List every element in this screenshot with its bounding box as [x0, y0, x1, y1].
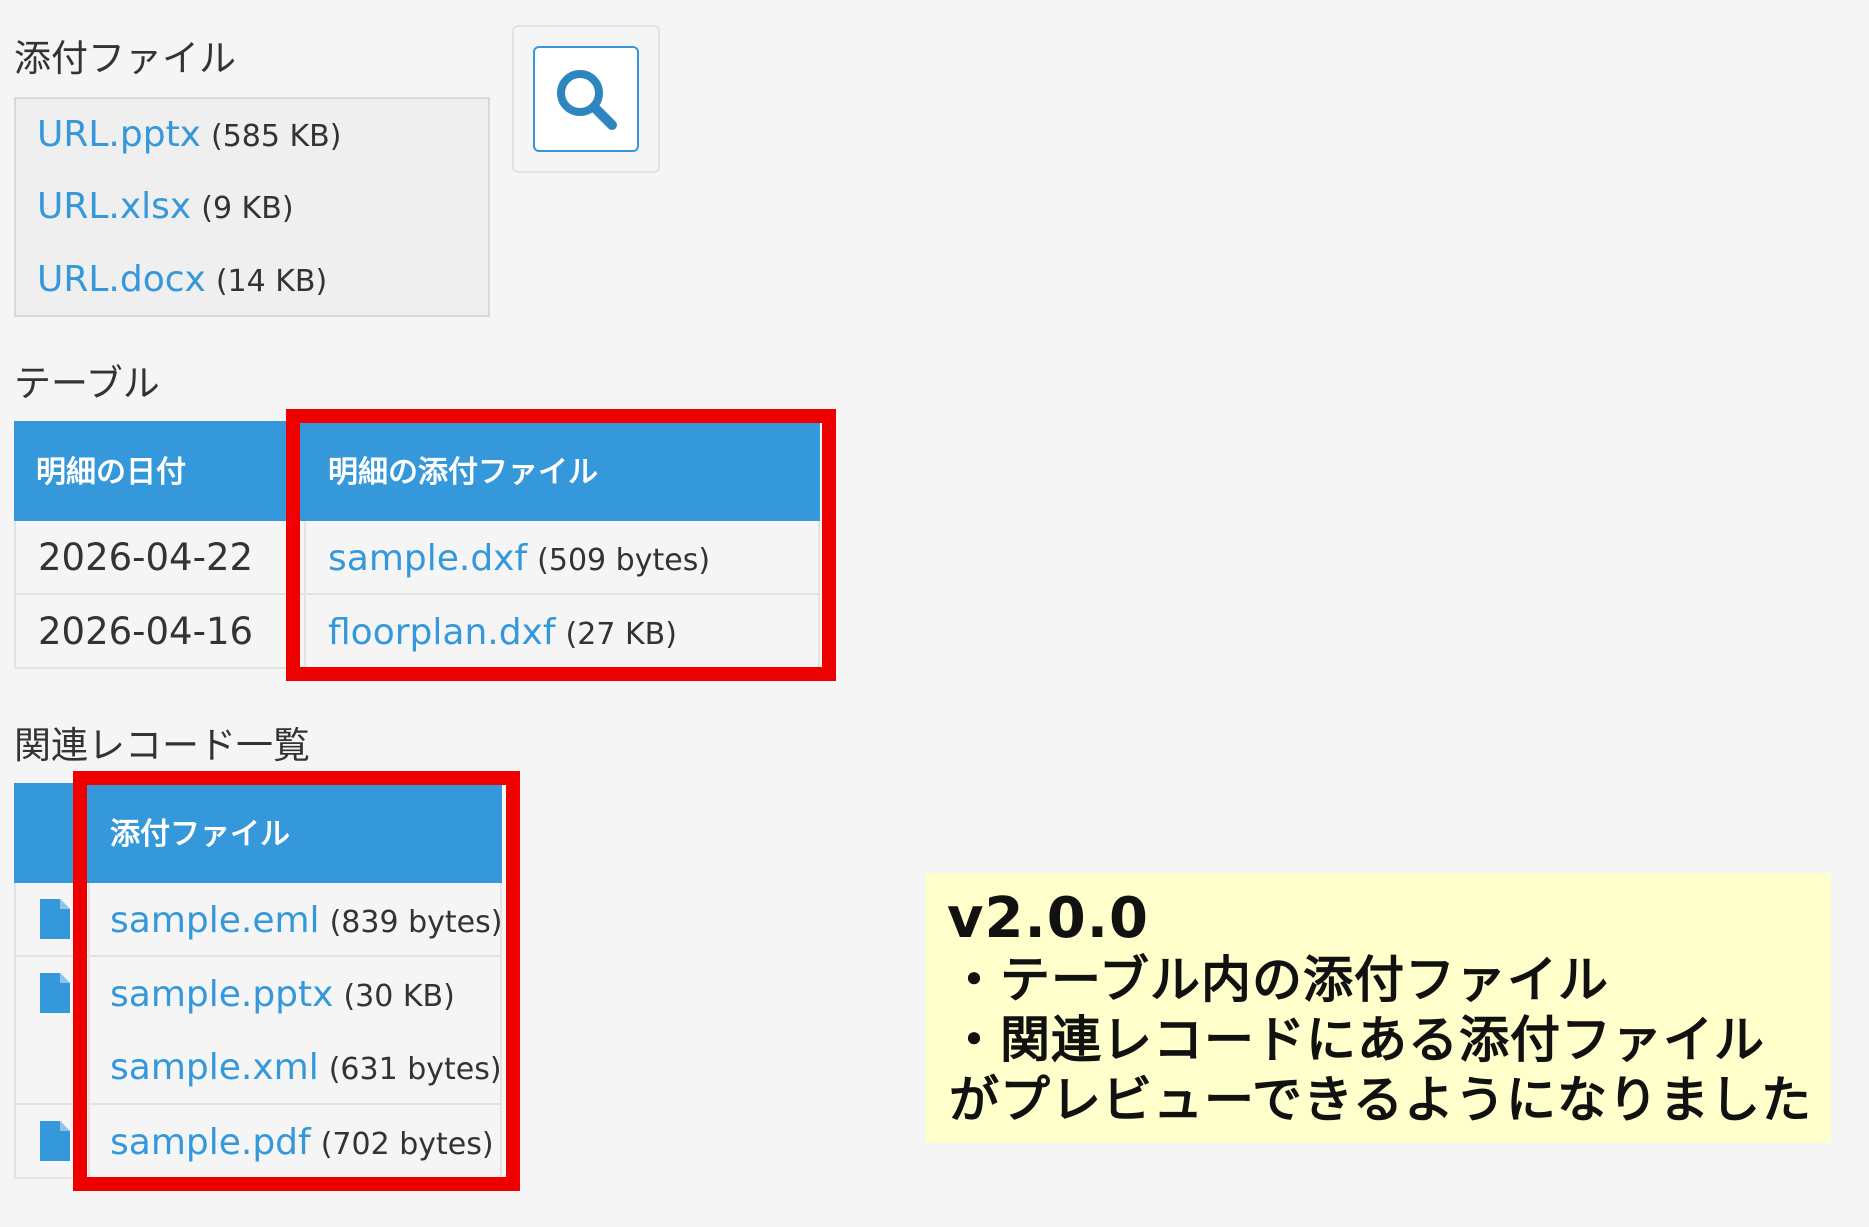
- attachments-label: 添付ファイル: [14, 37, 236, 80]
- attachment-size: (585 KB): [211, 119, 342, 154]
- related-file-link[interactable]: sample.pptx: [110, 974, 333, 1015]
- table-header-date-label: 明細の日付: [36, 455, 186, 490]
- table-file-size: (27 KB): [565, 617, 677, 652]
- related-record-cell: [14, 957, 90, 1105]
- table-date: 2026-04-16: [38, 610, 254, 653]
- document-icon[interactable]: [40, 899, 70, 939]
- table-date: 2026-04-22: [38, 536, 254, 579]
- release-note-line: がプレビューできるようになりました: [949, 1071, 1812, 1129]
- related-file-link[interactable]: sample.pdf: [110, 1122, 311, 1163]
- document-icon[interactable]: [40, 1121, 70, 1161]
- attachment-item: URL.xlsx (9 KB): [37, 189, 294, 225]
- table-header-date: 明細の日付: [14, 421, 306, 521]
- table-cell-file: floorplan.dxf (27 KB): [306, 595, 820, 669]
- release-note-line: ・テーブル内の添付ファイル: [949, 951, 1609, 1009]
- attachment-link[interactable]: URL.pptx: [37, 114, 201, 155]
- attachments-list: URL.pptx (585 KB) URL.xlsx (9 KB) URL.docx…: [14, 97, 490, 317]
- table-file-size: (509 bytes): [537, 543, 711, 578]
- related-file-link[interactable]: sample.xml: [110, 1047, 319, 1088]
- search-button-frame: [512, 25, 660, 173]
- related-file-size: (702 bytes): [320, 1127, 494, 1162]
- attachment-item: URL.docx (14 KB): [37, 262, 327, 298]
- related-record-cell: [14, 1105, 90, 1179]
- related-header-file: 添付ファイル: [90, 783, 502, 883]
- table-header-file: 明細の添付ファイル: [306, 421, 820, 521]
- attachment-size: (9 KB): [201, 191, 294, 226]
- release-note: v2.0.0 ・テーブル内の添付ファイル ・関連レコードにある添付ファイル がプ…: [925, 873, 1831, 1143]
- related-file-size: (30 KB): [343, 979, 455, 1014]
- table-cell-date: 2026-04-16: [14, 595, 306, 669]
- related-file-cell: sample.eml (839 bytes): [90, 883, 502, 957]
- related-file-size: (839 bytes): [329, 905, 503, 940]
- attachment-link[interactable]: URL.xlsx: [37, 186, 191, 227]
- related-label: 関連レコード一覧: [14, 724, 310, 767]
- table-file-link[interactable]: sample.dxf: [328, 538, 527, 579]
- related-file-size: (631 bytes): [328, 1052, 502, 1087]
- table-cell-file: sample.dxf (509 bytes): [306, 521, 820, 595]
- document-icon[interactable]: [40, 973, 70, 1013]
- related-file-cell: sample.pptx (30 KB) sample.xml (631 bytes): [90, 957, 502, 1105]
- related-header-blank: [14, 783, 90, 883]
- release-note-version: v2.0.0: [947, 886, 1149, 951]
- related-record-cell: [14, 883, 90, 957]
- attachment-item: URL.pptx (585 KB): [37, 117, 341, 153]
- table-label: テーブル: [14, 362, 160, 405]
- related-file-link[interactable]: sample.eml: [110, 900, 320, 941]
- search-button[interactable]: [533, 46, 639, 152]
- release-note-line: ・関連レコードにある添付ファイル: [949, 1011, 1765, 1069]
- table-cell-date: 2026-04-22: [14, 521, 306, 595]
- attachment-size: (14 KB): [215, 264, 328, 299]
- table-file-link[interactable]: floorplan.dxf: [328, 612, 556, 653]
- related-file-cell: sample.pdf (702 bytes): [90, 1105, 502, 1179]
- related-header-label: 添付ファイル: [110, 817, 290, 852]
- table-header-file-label: 明細の添付ファイル: [328, 455, 598, 490]
- attachment-link[interactable]: URL.docx: [37, 259, 206, 300]
